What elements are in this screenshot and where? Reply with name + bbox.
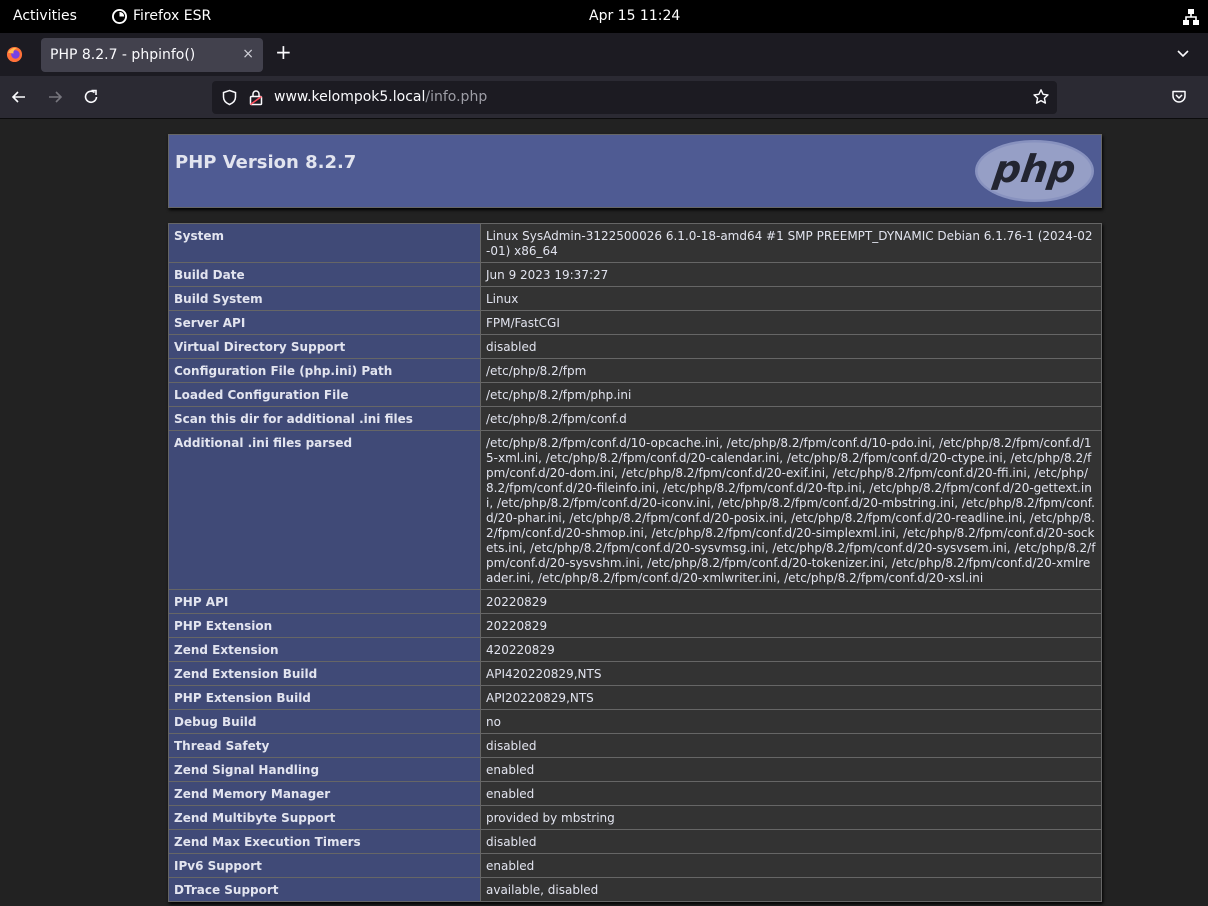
row-value: /etc/php/8.2/fpm <box>480 358 1102 383</box>
page-content: PHP Version 8.2.7 php System Linux SysAdm… <box>0 119 1208 906</box>
table-row: PHP Extension 20220829 <box>168 613 1102 638</box>
row-value: 20220829 <box>480 613 1102 638</box>
row-key: Configuration File (php.ini) Path <box>168 358 481 383</box>
lock-icon[interactable] <box>248 89 264 106</box>
row-value: API420220829,NTS <box>480 661 1102 686</box>
bookmark-star-icon[interactable] <box>1032 88 1050 106</box>
row-value: enabled <box>480 757 1102 782</box>
app-menu[interactable]: Firefox ESR <box>112 8 211 24</box>
table-row: Loaded Configuration File/etc/php/8.2/fp… <box>168 382 1102 407</box>
url-path: /info.php <box>425 89 488 105</box>
forward-icon[interactable] <box>46 88 64 106</box>
chevron-down-icon[interactable] <box>1176 47 1190 61</box>
table-row: PHP Extension Build API20220829,NTS <box>168 685 1102 710</box>
table-row: Zend Extension Build API420220829,NTS <box>168 661 1102 686</box>
row-value: /etc/php/8.2/fpm/conf.d/10-opcache.ini, … <box>480 430 1102 590</box>
table-row: Build System Linux <box>168 286 1102 311</box>
svg-text:php: php <box>990 148 1079 192</box>
row-key: Scan this dir for additional .ini files <box>168 406 481 431</box>
table-row: DTrace Support available, disabled <box>168 877 1102 902</box>
row-key: Debug Build <box>168 709 481 734</box>
firefox-view-icon[interactable] <box>6 46 23 63</box>
row-key: Zend Signal Handling <box>168 757 481 782</box>
table-row: Thread Safety disabled <box>168 733 1102 758</box>
row-key: PHP Extension <box>168 613 481 638</box>
row-key: Zend Memory Manager <box>168 781 481 806</box>
row-key: Virtual Directory Support <box>168 334 481 359</box>
row-key: Zend Multibyte Support <box>168 805 481 830</box>
clock[interactable]: Apr 15 11:24 <box>589 8 680 24</box>
activities-button[interactable]: Activities <box>13 8 77 24</box>
gnome-top-bar: Activities Firefox ESR Apr 15 11:24 <box>0 0 1208 33</box>
row-value: /etc/php/8.2/fpm/conf.d <box>480 406 1102 431</box>
row-key: Server API <box>168 310 481 335</box>
row-value: disabled <box>480 829 1102 854</box>
table-row: Zend Max Execution Timers disabled <box>168 829 1102 854</box>
row-key: Additional .ini files parsed <box>168 430 481 590</box>
row-value: Linux <box>480 286 1102 311</box>
tab-bar: PHP 8.2.7 - phpinfo() × + <box>0 33 1208 76</box>
table-row: Scan this dir for additional .ini files /… <box>168 406 1102 431</box>
table-row: Debug Build no <box>168 709 1102 734</box>
table-row: Additional .ini files parsed/etc/php/8.2… <box>168 430 1102 590</box>
table-row: Configuration File (php.ini) Path/etc/ph… <box>168 358 1102 383</box>
url-host: www.kelompok5.local <box>274 89 426 105</box>
table-row: Zend Memory Manager enabled <box>168 781 1102 806</box>
row-key: Loaded Configuration File <box>168 382 481 407</box>
row-key: Thread Safety <box>168 733 481 758</box>
row-key: IPv6 Support <box>168 853 481 878</box>
row-value: disabled <box>480 334 1102 359</box>
row-value: 420220829 <box>480 637 1102 662</box>
row-value: available, disabled <box>480 877 1102 902</box>
row-key: Zend Extension Build <box>168 661 481 686</box>
row-key: PHP API <box>168 589 481 614</box>
table-row: Zend Multibyte Support provided by mbstri… <box>168 805 1102 830</box>
row-key: Zend Extension <box>168 637 481 662</box>
back-icon[interactable] <box>10 88 28 106</box>
row-value: no <box>480 709 1102 734</box>
tab-active[interactable]: PHP 8.2.7 - phpinfo() × <box>41 38 263 72</box>
network-icon[interactable] <box>1182 8 1200 26</box>
table-row: IPv6 Support enabled <box>168 853 1102 878</box>
row-value: API20220829,NTS <box>480 685 1102 710</box>
table-row: Zend Signal Handling enabled <box>168 757 1102 782</box>
row-value: provided by mbstring <box>480 805 1102 830</box>
table-row: Server API FPM/FastCGI <box>168 310 1102 335</box>
table-row: System Linux SysAdmin-3122500026 6.1.0-18… <box>168 223 1102 263</box>
tab-close-button[interactable]: × <box>242 46 254 62</box>
row-value: enabled <box>480 853 1102 878</box>
row-key: System <box>168 223 481 263</box>
row-key: DTrace Support <box>168 877 481 902</box>
row-value: FPM/FastCGI <box>480 310 1102 335</box>
shield-icon[interactable] <box>221 89 238 106</box>
table-row: PHP API 20220829 <box>168 589 1102 614</box>
row-value: /etc/php/8.2/fpm/php.ini <box>480 382 1102 407</box>
tab-title: PHP 8.2.7 - phpinfo() <box>50 47 196 63</box>
new-tab-button[interactable]: + <box>275 42 292 62</box>
row-value: enabled <box>480 781 1102 806</box>
pocket-icon[interactable] <box>1171 89 1187 105</box>
row-value: Jun 9 2023 19:37:27 <box>480 262 1102 287</box>
reload-icon[interactable] <box>82 88 100 106</box>
table-row: Build Date Jun 9 2023 19:37:27 <box>168 262 1102 287</box>
row-value: disabled <box>480 733 1102 758</box>
row-key: PHP Extension Build <box>168 685 481 710</box>
app-name: Firefox ESR <box>133 8 212 24</box>
row-value: Linux SysAdmin-3122500026 6.1.0-18-amd64… <box>480 223 1102 263</box>
table-row: Virtual Directory Support disabled <box>168 334 1102 359</box>
page-title: PHP Version 8.2.7 <box>175 152 357 173</box>
navigation-toolbar: www.kelompok5.local/info.php <box>0 76 1208 119</box>
firefox-icon <box>112 8 127 24</box>
url-text[interactable]: www.kelompok5.local/info.php <box>274 89 487 105</box>
phpinfo-table: System Linux SysAdmin-3122500026 6.1.0-18… <box>168 223 1102 902</box>
table-row: Zend Extension 420220829 <box>168 637 1102 662</box>
row-value: 20220829 <box>480 589 1102 614</box>
row-key: Build System <box>168 286 481 311</box>
php-logo-icon[interactable]: php <box>973 138 1096 204</box>
row-key: Zend Max Execution Timers <box>168 829 481 854</box>
address-bar[interactable]: www.kelompok5.local/info.php <box>212 81 1057 114</box>
phpinfo-header: PHP Version 8.2.7 php <box>168 134 1102 208</box>
row-key: Build Date <box>168 262 481 287</box>
